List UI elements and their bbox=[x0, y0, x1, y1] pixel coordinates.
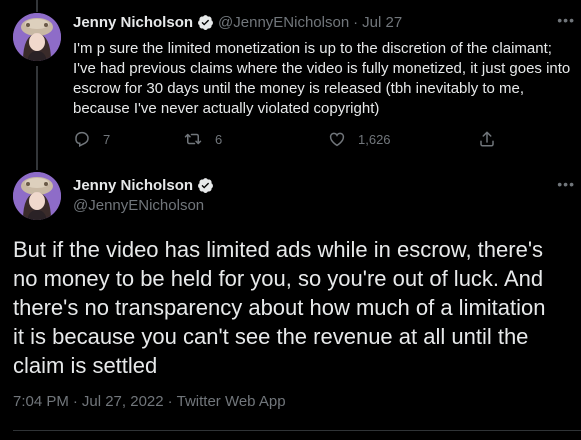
retweet-count: 6 bbox=[215, 131, 223, 147]
like-icon bbox=[329, 132, 345, 147]
tweet-time[interactable]: 7:04 PM bbox=[13, 393, 69, 410]
tweet-header: Jenny Nicholson @JennyENicholson bbox=[73, 177, 218, 214]
more-options-icon[interactable]: ••• bbox=[557, 176, 575, 192]
tweet-text-line: I've had previous claims where the video… bbox=[73, 60, 571, 77]
display-name[interactable]: Jenny Nicholson bbox=[73, 177, 193, 194]
tweet-text-line: no money to be held for you, so you're o… bbox=[13, 266, 544, 291]
verified-badge-icon bbox=[198, 178, 213, 193]
tweet-text-line: there's no transparency about how much o… bbox=[13, 295, 546, 320]
tweet-source[interactable]: Twitter Web App bbox=[177, 393, 286, 410]
tweet-text-line: But if the video has limited ads while i… bbox=[13, 237, 544, 262]
separator-dot: · bbox=[167, 393, 173, 410]
divider bbox=[13, 430, 581, 431]
display-name[interactable]: Jenny Nicholson bbox=[73, 14, 193, 31]
separator-dot: · bbox=[72, 393, 78, 410]
avatar-image bbox=[13, 13, 61, 61]
reply-count: 7 bbox=[103, 131, 111, 147]
avatar[interactable] bbox=[13, 172, 61, 220]
more-options-icon[interactable]: ••• bbox=[557, 12, 575, 28]
tweet-text: I'm p sure the limited monetization is u… bbox=[73, 39, 573, 119]
tweet-text: But if the video has limited ads while i… bbox=[13, 235, 578, 380]
thread-connector bbox=[36, 66, 38, 170]
tweet-text-line: because I've never actually violated cop… bbox=[73, 100, 380, 117]
tweet-full-date[interactable]: Jul 27, 2022 bbox=[82, 393, 164, 410]
user-handle[interactable]: @JennyENicholson bbox=[218, 14, 349, 31]
retweet-button[interactable]: 6 bbox=[183, 130, 222, 148]
reply-button[interactable]: 7 bbox=[73, 130, 110, 148]
retweet-icon bbox=[184, 133, 202, 145]
avatar-image bbox=[13, 172, 61, 220]
tweet-text-line: it is because you can't see the revenue … bbox=[13, 324, 529, 349]
user-handle[interactable]: @JennyENicholson bbox=[73, 197, 218, 214]
share-button[interactable] bbox=[478, 130, 508, 148]
separator-dot: · bbox=[353, 14, 359, 31]
share-icon bbox=[480, 131, 494, 147]
avatar[interactable] bbox=[13, 13, 61, 61]
verified-badge-icon bbox=[198, 15, 213, 30]
tweet-header: Jenny Nicholson @JennyENicholson · Jul 2… bbox=[73, 14, 402, 31]
like-count: 1,626 bbox=[358, 131, 391, 147]
reply-icon bbox=[75, 131, 89, 147]
thread-connector-top bbox=[36, 0, 38, 12]
tweet-date[interactable]: Jul 27 bbox=[362, 14, 402, 31]
tweet-text-line: I'm p sure the limited monetization is u… bbox=[73, 40, 552, 57]
like-button[interactable]: 1,626 bbox=[328, 130, 391, 148]
tweet-actions: 7 6 1,626 bbox=[73, 130, 513, 150]
tweet-thread: Jenny Nicholson @JennyENicholson · Jul 2… bbox=[0, 0, 581, 440]
tweet-text-line: escrow for 30 days until the money is re… bbox=[73, 80, 525, 97]
tweet-text-line: claim is settled bbox=[13, 353, 158, 378]
tweet-metadata: 7:04 PM · Jul 27, 2022 · Twitter Web App bbox=[13, 393, 286, 410]
